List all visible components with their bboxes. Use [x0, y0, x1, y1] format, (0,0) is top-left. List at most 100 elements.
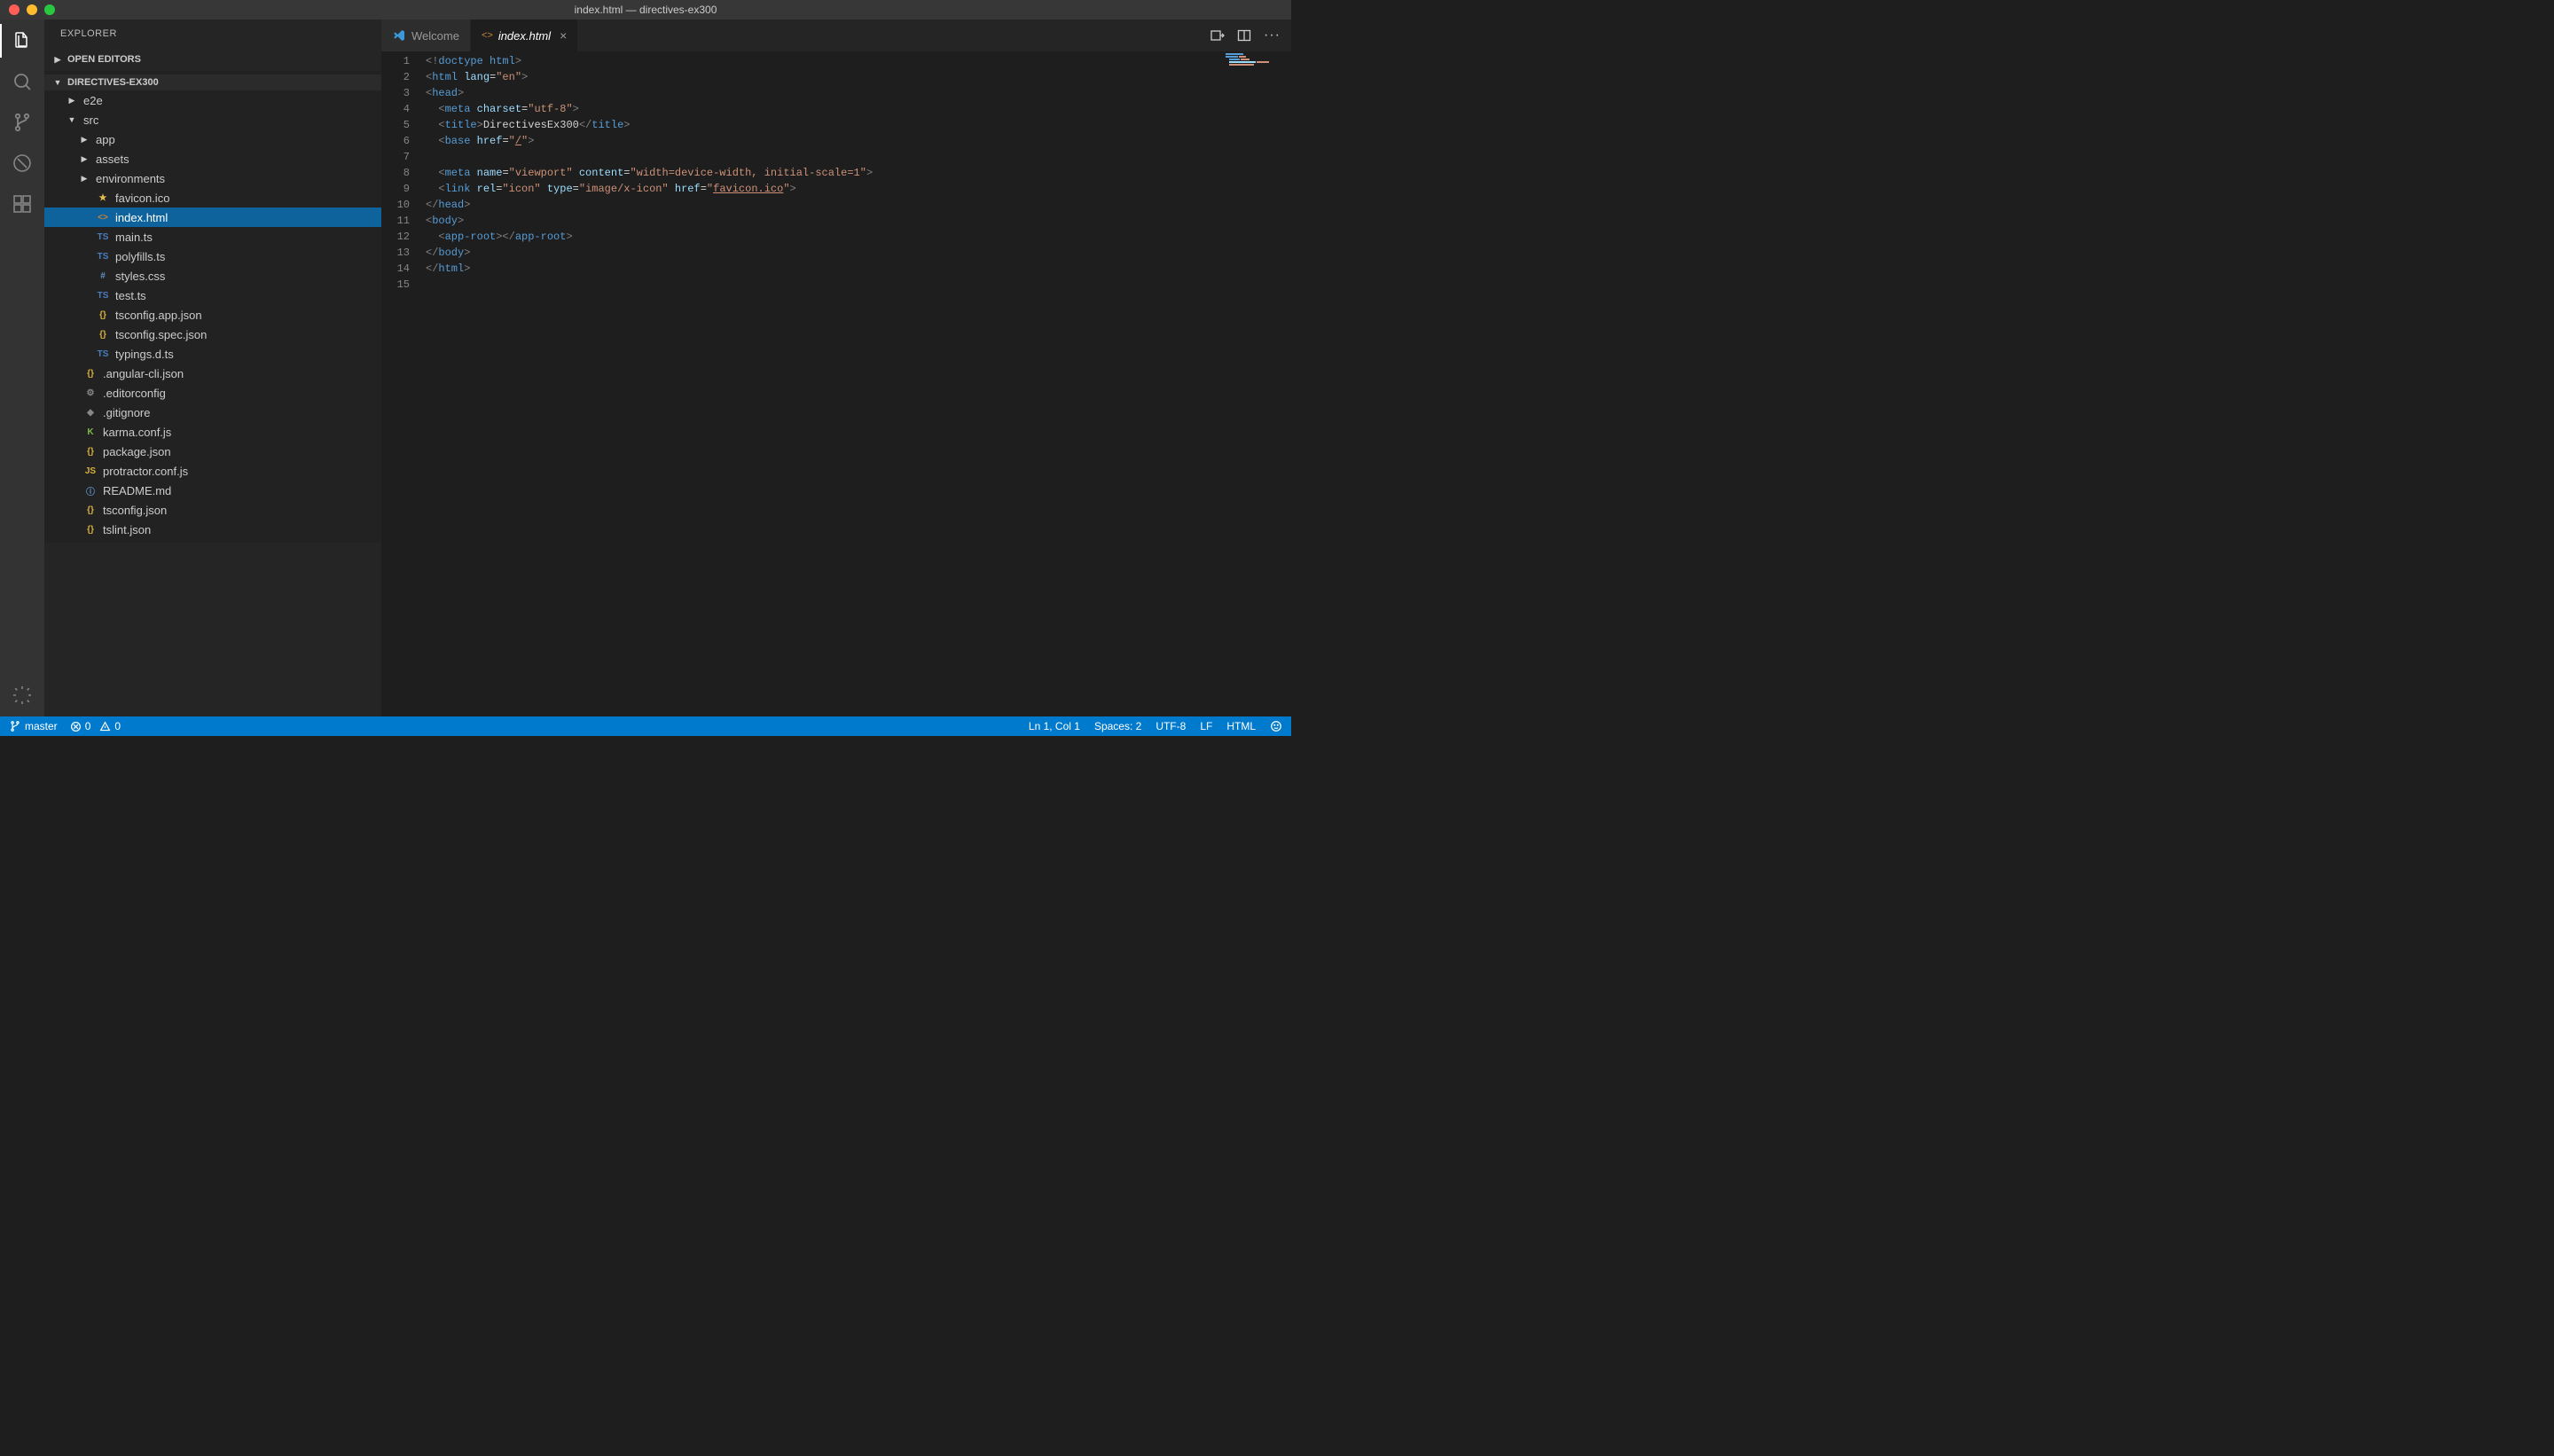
folder-name: app: [96, 133, 115, 146]
editor-tab[interactable]: Welcome: [381, 20, 471, 51]
code-line: </body>: [426, 245, 1291, 261]
status-errors-count: 0: [85, 720, 91, 732]
smiley-icon: [1270, 720, 1282, 732]
code-line: </head>: [426, 197, 1291, 213]
file-item[interactable]: {}.angular-cli.json: [44, 364, 381, 383]
file-item[interactable]: #styles.css: [44, 266, 381, 286]
file-item[interactable]: TStest.ts: [44, 286, 381, 305]
html-file-icon: <>: [482, 30, 493, 41]
file-name: index.html: [115, 211, 168, 224]
window-title: index.html — directives-ex300: [575, 4, 717, 16]
file-name: package.json: [103, 445, 171, 458]
vscode-icon: [392, 28, 406, 43]
file-item[interactable]: ★ favicon.ico: [44, 188, 381, 207]
file-item[interactable]: ⚙.editorconfig: [44, 383, 381, 403]
sidebar: EXPLORER ▶ OPEN EDITORS ▼ DIRECTIVES-EX3…: [44, 20, 381, 716]
editor-tab[interactable]: <>index.html×: [471, 20, 578, 51]
line-number: 6: [381, 133, 410, 149]
folder-item[interactable]: ▶assets: [44, 149, 381, 168]
file-name: tslint.json: [103, 523, 151, 536]
more-actions-icon[interactable]: ···: [1264, 27, 1281, 43]
file-type-icon: K: [83, 427, 98, 437]
file-name: test.ts: [115, 289, 146, 302]
window-minimize-button[interactable]: [27, 4, 37, 15]
section-open-editors[interactable]: ▶ OPEN EDITORS: [44, 51, 381, 67]
titlebar: index.html — directives-ex300: [0, 0, 1291, 20]
section-project[interactable]: ▼ DIRECTIVES-EX300: [44, 74, 381, 90]
status-indentation[interactable]: Spaces: 2: [1094, 720, 1141, 732]
code-line: <html lang="en">: [426, 69, 1291, 85]
file-item[interactable]: {}tsconfig.json: [44, 500, 381, 520]
file-item[interactable]: {}tsconfig.app.json: [44, 305, 381, 325]
status-language[interactable]: HTML: [1226, 720, 1256, 732]
line-number: 13: [381, 245, 410, 261]
activity-debug[interactable]: [10, 151, 35, 176]
file-name: .gitignore: [103, 406, 150, 419]
section-project-label: DIRECTIVES-EX300: [67, 77, 159, 88]
file-item[interactable]: TSpolyfills.ts: [44, 247, 381, 266]
file-item[interactable]: <>index.html: [44, 207, 381, 227]
folder-item[interactable]: ▼src: [44, 110, 381, 129]
status-eol[interactable]: LF: [1200, 720, 1212, 732]
status-cursor-position[interactable]: Ln 1, Col 1: [1029, 720, 1080, 732]
status-encoding[interactable]: UTF-8: [1156, 720, 1186, 732]
folder-item[interactable]: ▶app: [44, 129, 381, 149]
minimap[interactable]: [1226, 53, 1279, 71]
status-branch-label: master: [25, 720, 58, 732]
line-number: 5: [381, 117, 410, 133]
file-item[interactable]: JSprotractor.conf.js: [44, 461, 381, 481]
chevron-down-icon: ▼: [51, 78, 64, 87]
code-line: <meta name="viewport" content="width=dev…: [426, 165, 1291, 181]
file-item[interactable]: {} tsconfig.spec.json: [44, 325, 381, 344]
file-name: tsconfig.spec.json: [115, 328, 207, 341]
activity-explorer[interactable]: [10, 28, 35, 53]
split-editor-icon[interactable]: [1237, 28, 1251, 43]
chevron-right-icon: ▶: [78, 174, 90, 184]
file-item[interactable]: Kkarma.conf.js: [44, 422, 381, 442]
window-close-button[interactable]: [9, 4, 20, 15]
line-number: 12: [381, 229, 410, 245]
file-name: favicon.ico: [115, 192, 169, 205]
editor-body[interactable]: 123456789101112131415 <!doctype html><ht…: [381, 51, 1291, 716]
extensions-icon: [12, 193, 33, 215]
code-line: <!doctype html>: [426, 53, 1291, 69]
file-item[interactable]: {}tslint.json: [44, 520, 381, 539]
file-type-icon: {}: [96, 330, 110, 340]
activity-extensions[interactable]: [10, 192, 35, 216]
editor-area: Welcome<>index.html× ··· 123456789101112…: [381, 20, 1291, 716]
file-name: protractor.conf.js: [103, 465, 188, 478]
code-line: </html>: [426, 261, 1291, 277]
line-number: 3: [381, 85, 410, 101]
file-item[interactable]: TStypings.d.ts: [44, 344, 381, 364]
code-line: <body>: [426, 213, 1291, 229]
code-content[interactable]: <!doctype html><html lang="en"><head> <m…: [426, 51, 1291, 716]
file-name: tsconfig.json: [103, 504, 167, 517]
line-number: 2: [381, 69, 410, 85]
file-name: tsconfig.app.json: [115, 309, 202, 322]
status-bar: master 0 0 Ln 1, Col 1 Spaces: 2 UTF-8 L…: [0, 716, 1291, 736]
code-line: <head>: [426, 85, 1291, 101]
tab-label: Welcome: [411, 29, 459, 43]
activity-source-control[interactable]: [10, 110, 35, 135]
file-item[interactable]: {}package.json: [44, 442, 381, 461]
file-tree: ▶e2e▼src▶app▶assets▶environments★favicon…: [44, 90, 381, 539]
folder-name: environments: [96, 172, 165, 185]
chevron-right-icon: ▶: [66, 96, 78, 106]
status-git-branch[interactable]: master: [9, 720, 58, 732]
close-icon[interactable]: ×: [560, 28, 567, 43]
activity-settings[interactable]: [10, 683, 35, 708]
folder-item[interactable]: ▶e2e: [44, 90, 381, 110]
folder-item[interactable]: ▶ environments: [44, 168, 381, 188]
status-problems[interactable]: 0 0: [70, 720, 121, 732]
compare-changes-icon[interactable]: [1210, 28, 1225, 43]
file-name: typings.d.ts: [115, 348, 174, 361]
file-type-icon: ★: [96, 193, 110, 203]
line-number: 9: [381, 181, 410, 197]
file-item[interactable]: ◆.gitignore: [44, 403, 381, 422]
file-item[interactable]: TSmain.ts: [44, 227, 381, 247]
window-maximize-button[interactable]: [44, 4, 55, 15]
file-type-icon: ⓘ: [83, 484, 98, 497]
activity-search[interactable]: [10, 69, 35, 94]
file-item[interactable]: ⓘREADME.md: [44, 481, 381, 500]
status-feedback[interactable]: [1270, 720, 1282, 732]
